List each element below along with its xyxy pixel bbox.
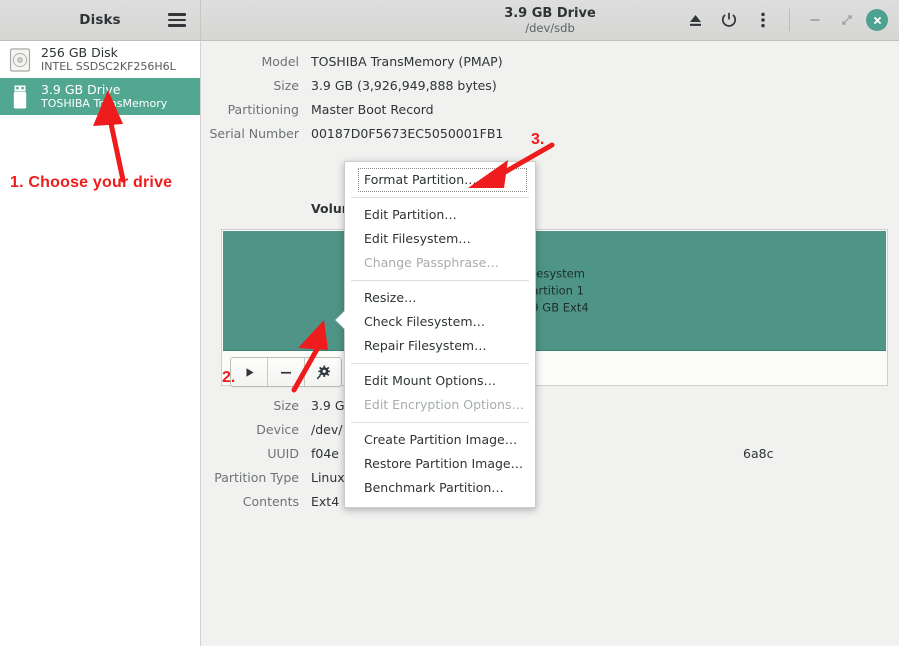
context-menu-item[interactable]: Check Filesystem… bbox=[345, 310, 535, 334]
volumes-toolbar bbox=[230, 357, 342, 387]
disk-subtitle: INTEL SSDSC2KF256H6L bbox=[41, 60, 176, 74]
info-row-serial-number: Serial Number 00187D0F5673EC5050001FB1 bbox=[201, 121, 899, 145]
header-actions bbox=[678, 5, 891, 35]
more-options-icon bbox=[760, 11, 766, 29]
info-label: Size bbox=[201, 78, 299, 93]
info-value: /dev/ bbox=[311, 422, 342, 437]
mount-button[interactable] bbox=[231, 358, 268, 386]
disk-name: 256 GB Disk bbox=[41, 45, 176, 60]
info-value: TOSHIBA TransMemory (PMAP) bbox=[311, 54, 503, 69]
partition-row-contents: Contents Ext4 bbox=[201, 489, 899, 513]
context-menu-separator bbox=[351, 280, 529, 281]
delete-partition-button[interactable] bbox=[268, 358, 305, 386]
more-options-button[interactable] bbox=[746, 5, 780, 35]
header-bar: 3.9 GB Drive /dev/sdb bbox=[201, 0, 899, 40]
partition-block[interactable]: Filesystem Partition 1 3.9 GB Ext4 bbox=[223, 231, 886, 351]
close-icon bbox=[872, 15, 883, 26]
info-label: Contents bbox=[201, 494, 299, 509]
info-row-model: Model TOSHIBA TransMemory (PMAP) bbox=[201, 49, 899, 73]
info-label: Serial Number bbox=[201, 126, 299, 141]
context-menu-item[interactable]: Benchmark Partition… bbox=[345, 476, 535, 500]
context-menu-separator bbox=[351, 197, 529, 198]
titlebar: Disks 3.9 GB Drive /dev/sdb bbox=[0, 0, 899, 41]
disk-labels: 3.9 GB Drive TOSHIBA TransMemory bbox=[41, 82, 167, 111]
info-label: Model bbox=[201, 54, 299, 69]
disk-name: 3.9 GB Drive bbox=[41, 82, 167, 97]
context-menu-item[interactable]: Format Partition… bbox=[358, 168, 527, 192]
sidebar-item-disk-0[interactable]: 256 GB Disk INTEL SSDSC2KF256H6L bbox=[0, 41, 200, 78]
info-value: Master Boot Record bbox=[311, 102, 434, 117]
hard-disk-icon bbox=[8, 47, 32, 73]
context-menu-item[interactable]: Repair Filesystem… bbox=[345, 334, 535, 358]
info-value: 3.9 GB (3,926,949,888 bytes) bbox=[311, 78, 497, 93]
partition-row-partition-type: Partition Type Linux bbox=[201, 465, 899, 489]
info-row-partitioning: Partitioning Master Boot Record bbox=[201, 97, 899, 121]
partition-row-device: Device /dev/ bbox=[201, 417, 899, 441]
info-value: f04e bbox=[311, 446, 339, 461]
context-menu-item[interactable]: Resize… bbox=[345, 286, 535, 310]
disks-sidebar: 256 GB Disk INTEL SSDSC2KF256H6L 3.9 GB … bbox=[0, 41, 201, 646]
context-menu-pointer bbox=[336, 311, 345, 329]
eject-icon bbox=[687, 12, 704, 29]
context-menu-item: Change Passphrase… bbox=[345, 251, 535, 275]
partition-info-list: Size 3.9 G Device /dev/ UUID f04e 6a8c P… bbox=[201, 393, 899, 513]
partition-context-menu: Format Partition… Edit Partition…Edit Fil… bbox=[344, 161, 536, 508]
info-value: 00187D0F5673EC5050001FB1 bbox=[311, 126, 503, 141]
context-menu-item[interactable]: Create Partition Image… bbox=[345, 428, 535, 452]
info-label: Partitioning bbox=[201, 102, 299, 117]
context-menu-item[interactable]: Edit Partition… bbox=[345, 203, 535, 227]
header-divider bbox=[789, 9, 790, 31]
sidebar-header: Disks bbox=[0, 0, 201, 40]
power-button[interactable] bbox=[712, 5, 746, 35]
usb-drive-icon bbox=[8, 84, 32, 110]
minus-icon bbox=[279, 366, 293, 379]
power-icon bbox=[720, 11, 738, 29]
info-label: Partition Type bbox=[201, 470, 299, 485]
context-menu-separator bbox=[351, 363, 529, 364]
info-label: UUID bbox=[201, 446, 299, 461]
minimize-icon bbox=[808, 13, 822, 27]
partition-options-button[interactable] bbox=[305, 358, 341, 386]
eject-button[interactable] bbox=[678, 5, 712, 35]
close-button[interactable] bbox=[866, 9, 888, 31]
minimize-button[interactable] bbox=[802, 7, 828, 33]
context-menu-item[interactable]: Edit Filesystem… bbox=[345, 227, 535, 251]
info-value: Ext4 bbox=[311, 494, 339, 509]
info-value-tail: 6a8c bbox=[743, 446, 773, 461]
gear-icon bbox=[316, 365, 331, 380]
partition-row-uuid: UUID f04e 6a8c bbox=[201, 441, 899, 465]
info-label: Device bbox=[201, 422, 299, 437]
volumes-widget: Filesystem Partition 1 3.9 GB Ext4 bbox=[221, 229, 888, 386]
context-menu-item: Edit Encryption Options… bbox=[345, 393, 535, 417]
hamburger-icon[interactable] bbox=[168, 13, 186, 27]
drive-details-pane: Model TOSHIBA TransMemory (PMAP) Size 3.… bbox=[201, 41, 899, 646]
info-value: Linux bbox=[311, 470, 345, 485]
context-menu-separator bbox=[351, 422, 529, 423]
info-label: Size bbox=[201, 398, 299, 413]
disk-labels: 256 GB Disk INTEL SSDSC2KF256H6L bbox=[41, 45, 176, 74]
sidebar-title: Disks bbox=[79, 12, 120, 28]
context-menu-item[interactable]: Edit Mount Options… bbox=[345, 369, 535, 393]
sidebar-item-disk-1[interactable]: 3.9 GB Drive TOSHIBA TransMemory bbox=[0, 78, 200, 115]
disk-subtitle: TOSHIBA TransMemory bbox=[41, 97, 167, 111]
partition-row-size: Size 3.9 G bbox=[201, 393, 899, 417]
info-value: 3.9 G bbox=[311, 398, 345, 413]
maximize-icon bbox=[840, 13, 854, 27]
play-icon bbox=[243, 366, 256, 379]
context-menu-item[interactable]: Restore Partition Image… bbox=[345, 452, 535, 476]
maximize-button[interactable] bbox=[834, 7, 860, 33]
info-row-size: Size 3.9 GB (3,926,949,888 bytes) bbox=[201, 73, 899, 97]
drive-info-list: Model TOSHIBA TransMemory (PMAP) Size 3.… bbox=[201, 49, 899, 145]
